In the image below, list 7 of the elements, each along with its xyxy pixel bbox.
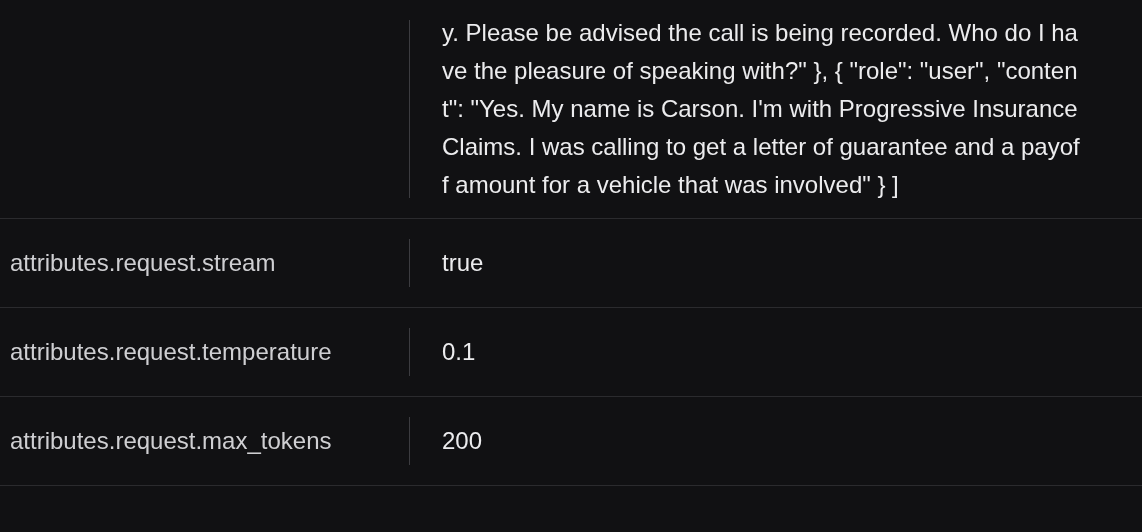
attribute-value: y. Please be advised the call is being recorded. Who do I have the pleasure of speaking with?" }, { "role": "user", "content": "Yes. My name is Carson. I'm with Progressive Insurance Claims. I was calling to get a letter of guarantee and a payoff amount for a vehicle that was involved" } ] [442,18,1081,200]
attribute-value: true [442,248,484,278]
attribute-value: 200 [442,426,483,456]
attribute-value: 0.1 [442,337,476,367]
attribute-key: attributes.request.stream [10,245,276,281]
attribute-key: attributes.request.max_tokens [10,423,332,459]
attribute-key: attributes.request.temperature [10,334,332,370]
